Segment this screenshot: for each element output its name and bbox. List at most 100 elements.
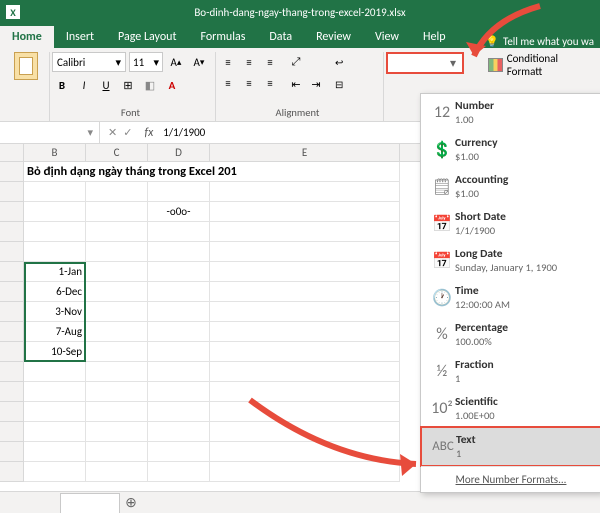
row-header[interactable] [0,442,24,462]
cell[interactable] [148,322,210,342]
format-short-date[interactable]: 📅 Short Date1/1/1900 [421,205,600,242]
cell[interactable] [24,202,86,222]
tab-help[interactable]: Help [411,26,458,48]
cell[interactable] [86,382,148,402]
row-header[interactable] [0,222,24,242]
cell[interactable] [86,242,148,262]
row-header[interactable] [0,162,24,182]
cell[interactable] [24,462,86,482]
underline-button[interactable]: U [96,75,116,95]
tab-insert[interactable]: Insert [54,26,106,48]
cancel-icon[interactable]: ✕ [108,126,117,139]
cell[interactable] [86,422,148,442]
row-header[interactable] [0,302,24,322]
cell[interactable] [24,242,86,262]
cell[interactable] [24,402,86,422]
select-all-corner[interactable] [0,144,24,161]
tab-page-layout[interactable]: Page Layout [106,26,188,48]
cell[interactable] [86,442,148,462]
cell[interactable] [86,462,148,482]
orientation-button[interactable]: ⤢ [286,52,306,72]
cell[interactable] [148,242,210,262]
row-header[interactable] [0,342,24,362]
cell[interactable]: 6-Dec [24,282,86,302]
cell[interactable] [148,362,210,382]
align-middle-button[interactable]: ≡ [239,52,259,72]
decrease-indent-button[interactable]: ⇤ [286,74,306,94]
chevron-down-icon[interactable]: ▾ [446,56,460,71]
format-text[interactable]: ABC Text1 [420,426,600,467]
tab-review[interactable]: Review [304,26,363,48]
cell[interactable] [210,282,400,302]
row-header[interactable] [0,242,24,262]
cell[interactable]: 1-Jan [24,262,86,282]
fx-icon[interactable]: fx [140,126,157,140]
tab-formulas[interactable]: Formulas [188,26,257,48]
number-format-input[interactable] [390,57,446,69]
col-header-d[interactable]: D [148,144,210,161]
cell[interactable] [148,442,210,462]
cell[interactable]: 7-Aug [24,322,86,342]
cell[interactable] [210,202,400,222]
col-header-e[interactable]: E [210,144,400,161]
row-header[interactable] [0,282,24,302]
cell[interactable] [86,282,148,302]
bold-button[interactable]: B [52,75,72,95]
align-center-button[interactable]: ≡ [239,73,259,93]
format-long-date[interactable]: 📅 Long DateSunday, January 1, 1900 [421,242,600,279]
row-header[interactable] [0,462,24,482]
cell[interactable] [210,362,400,382]
cell[interactable] [86,222,148,242]
number-format-select[interactable]: ▾ [386,52,464,74]
more-number-formats[interactable]: More Number Formats... [421,467,600,492]
cell[interactable] [210,222,400,242]
align-left-button[interactable]: ≡ [218,73,238,93]
cell[interactable] [86,182,148,202]
enter-icon[interactable]: ✓ [123,126,132,139]
cell[interactable] [86,322,148,342]
cell[interactable] [148,402,210,422]
cell[interactable] [24,442,86,462]
sheet-tab[interactable] [60,493,120,513]
decrease-font-button[interactable]: A▾ [189,52,209,72]
cell[interactable] [210,262,400,282]
row-header[interactable] [0,322,24,342]
increase-font-button[interactable]: A▴ [166,52,186,72]
cell[interactable]: Bỏ định dạng ngày tháng trong Excel 201 [24,162,400,182]
cell[interactable] [210,182,400,202]
cell[interactable] [210,322,400,342]
name-box[interactable]: ▾ [0,122,100,143]
cell[interactable] [24,182,86,202]
cell[interactable] [86,302,148,322]
align-right-button[interactable]: ≡ [260,73,280,93]
cell[interactable] [210,302,400,322]
font-size-select[interactable]: 11 ▾ [129,52,163,72]
format-currency[interactable]: 💲 Currency$1.00 [421,131,600,168]
chevron-down-icon[interactable]: ▾ [87,126,93,139]
cell[interactable] [86,342,148,362]
format-percentage[interactable]: % Percentage100.00% [421,316,600,353]
border-button[interactable]: ⊞ [118,75,138,95]
cell[interactable] [24,222,86,242]
cell[interactable] [24,382,86,402]
cell[interactable] [148,262,210,282]
format-accounting[interactable]: 🗒 Accounting$1.00 [421,168,600,205]
cell[interactable] [148,462,210,482]
fill-color-button[interactable]: ◧ [140,75,160,95]
cell[interactable] [24,362,86,382]
format-number[interactable]: 12 Number1.00 [421,94,600,131]
col-header-b[interactable]: B [24,144,86,161]
tab-data[interactable]: Data [257,26,304,48]
row-header[interactable] [0,382,24,402]
italic-button[interactable]: I [74,75,94,95]
tab-view[interactable]: View [363,26,411,48]
tab-home[interactable]: Home [0,26,54,48]
row-header[interactable] [0,262,24,282]
cell[interactable] [86,202,148,222]
row-header[interactable] [0,202,24,222]
cell[interactable] [148,422,210,442]
cell[interactable]: 3-Nov [24,302,86,322]
cell[interactable] [148,282,210,302]
cell[interactable] [24,422,86,442]
row-header[interactable] [0,182,24,202]
